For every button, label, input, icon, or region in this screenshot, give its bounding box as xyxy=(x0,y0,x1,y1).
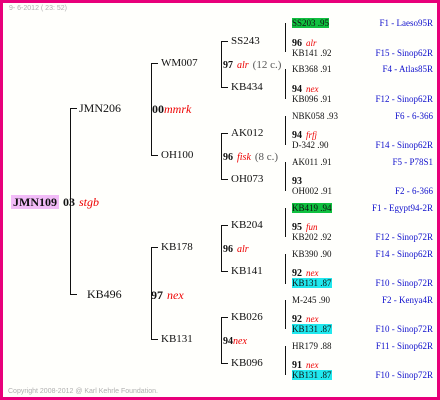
gen3-ring[interactable]: KB434 xyxy=(231,81,263,94)
copyright-footer: Copyright 2008-2012 @ Karl Kehrle Founda… xyxy=(8,388,158,395)
tree-connector xyxy=(221,225,222,271)
gen4-ring[interactable]: KB131 .87 xyxy=(292,324,332,334)
gen3-ring[interactable]: KB141 xyxy=(231,265,263,278)
gen2-info: 94nex xyxy=(223,333,247,348)
gen4-origin[interactable]: F6 - 6-366 xyxy=(395,110,433,123)
gen2-info: 96 fisk (8 c.) xyxy=(223,149,278,164)
tree-connector xyxy=(285,162,286,191)
dam-colour: nex xyxy=(167,288,184,302)
gen4-ring[interactable]: KB131 .87 xyxy=(292,278,332,288)
gen2-year: 94 xyxy=(223,336,233,347)
tree-connector xyxy=(285,116,286,145)
sire-ring[interactable]: JMN206 xyxy=(79,102,121,115)
gen4-origin[interactable]: F10 - Sinop72R xyxy=(375,323,433,336)
tree-connector xyxy=(221,271,228,272)
tree-connector xyxy=(221,179,228,180)
tree-connector xyxy=(221,363,228,364)
sire-year: 00 xyxy=(152,102,164,116)
gen4-ring[interactable]: KB141 .92 xyxy=(292,47,332,60)
tree-connector xyxy=(151,247,158,248)
print-timestamp: 9- 6-2012 ( 23: 52) xyxy=(9,5,67,12)
gen3-ring[interactable]: OH073 xyxy=(231,173,263,186)
gen4-ring[interactable]: HR179 .88 xyxy=(292,340,332,353)
root-ring[interactable]: JMN109 xyxy=(11,195,59,209)
tree-connector xyxy=(221,317,228,318)
gen4-ring[interactable]: AK011 .91 xyxy=(292,156,332,169)
tree-connector xyxy=(151,63,158,64)
gen4-origin[interactable]: F15 - Sinop62R xyxy=(375,47,433,60)
tree-connector xyxy=(151,155,158,156)
gen2-year: 96 xyxy=(223,244,233,255)
gen4-origin[interactable]: F5 - P78S1 xyxy=(392,156,433,169)
gen3-ring[interactable]: KB204 xyxy=(231,219,263,232)
gen3-ring[interactable]: SS243 xyxy=(231,35,260,48)
gen3-ring[interactable]: KB096 xyxy=(231,357,263,370)
gen4-origin[interactable]: F11 - Sinop62R xyxy=(376,340,433,353)
gen4-ring[interactable]: SS203 .95 xyxy=(292,18,330,28)
tree-connector xyxy=(221,41,222,87)
gen4-ring[interactable]: KB131 .87 xyxy=(292,370,332,380)
gen4-origin[interactable]: F2 - 6-366 xyxy=(395,185,433,198)
gen2-ring[interactable]: KB131 xyxy=(161,333,193,346)
root-colour: stgb xyxy=(79,195,100,209)
gen2-info: 97 alr (12 c.) xyxy=(223,57,281,72)
gen2-count: (8 c.) xyxy=(254,151,279,163)
gen2-colour: alr xyxy=(237,244,249,255)
gen4-ring[interactable]: D-342 .90 xyxy=(292,139,329,152)
gen4-origin[interactable]: F10 - Sinop72R xyxy=(375,277,433,290)
gen4-origin[interactable]: F4 - Atlas85R xyxy=(382,63,433,76)
gen4-origin[interactable]: F1 - Laeso95R xyxy=(380,17,434,30)
gen2-ring[interactable]: OH100 xyxy=(161,149,193,162)
tree-connector xyxy=(221,133,228,134)
pedigree-frame: 9- 6-2012 ( 23: 52) Copyright 2008-2012 … xyxy=(0,0,440,400)
gen4-ring[interactable]: M-245 .90 xyxy=(292,294,330,307)
gen2-colour: fisk xyxy=(237,152,251,163)
dam-year: 97 xyxy=(151,288,163,302)
gen3-ring[interactable]: KB026 xyxy=(231,311,263,324)
tree-connector xyxy=(70,294,77,295)
tree-connector xyxy=(151,339,158,340)
gen3-ring[interactable]: AK012 xyxy=(231,127,263,140)
gen4-ring[interactable]: KB390 .90 xyxy=(292,248,332,261)
tree-connector xyxy=(221,41,228,42)
gen4-origin[interactable]: F12 - Sinop72R xyxy=(375,231,433,244)
gen2-colour: nex xyxy=(233,336,247,347)
root-queen[interactable]: JMN109 03 stgb xyxy=(11,195,99,209)
gen4-origin[interactable]: F10 - Sinop72R xyxy=(375,369,433,382)
gen4-origin[interactable]: F14 - Sinop62R xyxy=(375,139,433,152)
root-year: 03 xyxy=(63,195,75,209)
tree-connector xyxy=(285,23,286,52)
tree-connector xyxy=(285,254,286,284)
tree-connector xyxy=(221,317,222,363)
dam-ring[interactable]: KB496 xyxy=(87,288,122,301)
tree-connector xyxy=(285,346,286,375)
gen4-ring[interactable]: OH002 .91 xyxy=(292,185,332,198)
gen4-ring[interactable]: KB368 .91 xyxy=(292,63,332,76)
gen2-info: 96 alr xyxy=(223,241,249,256)
gen2-year: 96 xyxy=(223,152,233,163)
gen4-origin[interactable]: F2 - Kenya4R xyxy=(382,294,433,307)
gen2-colour: alr xyxy=(237,60,249,71)
sire-info: 00mmrk xyxy=(152,102,191,116)
gen2-year: 97 xyxy=(223,60,233,71)
tree-connector xyxy=(285,69,286,99)
gen4-origin[interactable]: F12 - Sinop62R xyxy=(375,93,433,106)
gen4-ring[interactable]: NBK058 .93 xyxy=(292,110,338,123)
gen4-ring[interactable]: KB419 .94 xyxy=(292,203,332,213)
sire-colour: mmrk xyxy=(164,102,192,116)
tree-connector xyxy=(285,300,286,329)
tree-connector xyxy=(221,87,228,88)
gen2-ring[interactable]: WM007 xyxy=(161,57,198,70)
gen4-origin[interactable]: F14 - Sinop62R xyxy=(375,248,433,261)
gen4-ring[interactable]: KB202 .92 xyxy=(292,231,332,244)
gen2-count: (12 c.) xyxy=(252,59,282,71)
tree-connector xyxy=(221,133,222,179)
tree-connector xyxy=(285,208,286,237)
dam-info: 97 nex xyxy=(151,288,184,302)
gen2-ring[interactable]: KB178 xyxy=(161,241,193,254)
gen4-ring[interactable]: KB096 .91 xyxy=(292,93,332,106)
gen4-origin[interactable]: F1 - Egypt94-2R xyxy=(372,202,433,215)
tree-connector xyxy=(70,108,77,109)
tree-connector xyxy=(221,225,228,226)
